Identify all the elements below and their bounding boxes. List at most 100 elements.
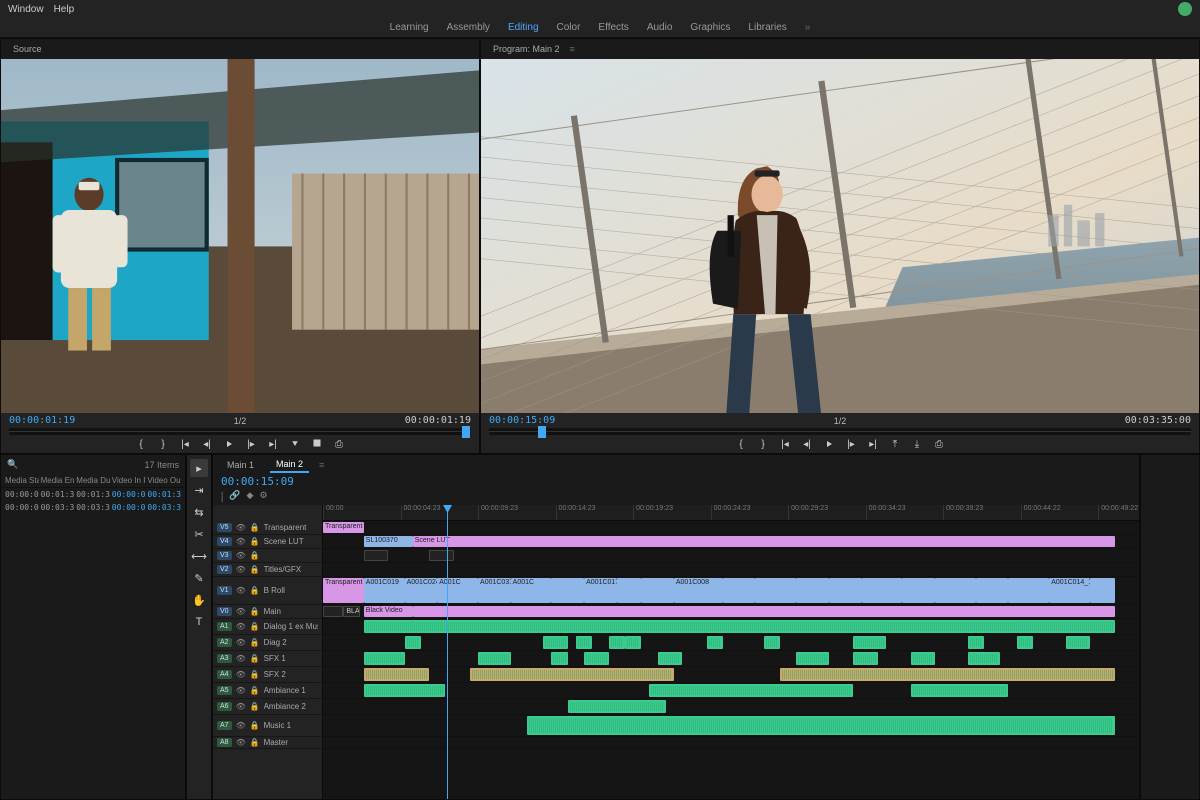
track-header-a5[interactable]: A5👁🔒Ambiance 1 (213, 683, 322, 699)
clip[interactable] (323, 606, 343, 617)
clip[interactable] (1017, 636, 1033, 649)
export-frame-icon[interactable]: ⎙ (332, 437, 346, 451)
clip[interactable] (976, 578, 1009, 603)
clip[interactable] (405, 636, 421, 649)
clip[interactable]: A001C019 (364, 578, 405, 603)
clip[interactable] (609, 636, 625, 649)
user-avatar-icon[interactable] (1178, 2, 1192, 16)
clip[interactable]: Transparent (323, 522, 364, 533)
clip[interactable] (364, 550, 388, 561)
lift-icon[interactable]: ⤒ (888, 437, 902, 451)
table-row[interactable]: 00:00:00:0000:03:34:2300:03:35:0000:00:0… (1, 501, 185, 514)
clip[interactable] (755, 578, 796, 603)
step-back-icon[interactable]: ◂| (800, 437, 814, 451)
track-header-v3[interactable]: V3👁🔒 (213, 549, 322, 563)
track-header-a1[interactable]: A1👁🔒Dialog 1 ex Musi... (213, 619, 322, 635)
clip[interactable]: A001C024_180326_R1JC.mp4 (405, 578, 438, 603)
col-video-in[interactable]: Video In Point (112, 476, 146, 485)
col-media-start[interactable]: Media Start (5, 476, 39, 485)
clip[interactable]: Black Video (364, 606, 413, 617)
clip[interactable] (853, 652, 877, 665)
track-header-v1[interactable]: V1👁🔒B Roll (213, 577, 322, 605)
clip[interactable] (911, 684, 1009, 697)
clip[interactable] (764, 636, 780, 649)
ws-effects[interactable]: Effects (598, 22, 628, 33)
source-tc-in[interactable]: 00:00:01:19 (9, 415, 75, 426)
clip[interactable] (658, 652, 682, 665)
goto-out-icon[interactable]: ▸| (866, 437, 880, 451)
linked-selection-icon[interactable]: 🔗 (229, 490, 240, 503)
clip[interactable] (543, 636, 567, 649)
track-header-a4[interactable]: A4👁🔒SFX 2 (213, 667, 322, 683)
clip[interactable] (829, 578, 862, 603)
track-v3[interactable] (323, 549, 1139, 563)
ws-color[interactable]: Color (557, 22, 581, 33)
source-scrubber[interactable] (9, 428, 471, 435)
menu-window[interactable]: Window (8, 4, 44, 15)
settings-icon[interactable]: ⚙ (259, 490, 267, 503)
razor-tool-icon[interactable]: ✂ (190, 525, 208, 543)
clip[interactable] (576, 636, 592, 649)
clip[interactable] (796, 578, 829, 603)
clip[interactable] (911, 652, 935, 665)
clip[interactable] (470, 668, 674, 681)
mark-out-icon[interactable]: } (756, 437, 770, 451)
clip[interactable] (1066, 636, 1090, 649)
track-a7[interactable] (323, 715, 1139, 737)
clip[interactable] (551, 652, 567, 665)
track-v2[interactable] (323, 563, 1139, 577)
marker-icon[interactable]: ◆ (247, 490, 254, 503)
track-header-a6[interactable]: A6👁🔒Ambiance 2 (213, 699, 322, 715)
ws-libraries[interactable]: Libraries (748, 22, 786, 33)
playhead[interactable] (447, 505, 448, 799)
clip[interactable] (527, 716, 1115, 735)
clip[interactable] (935, 578, 976, 603)
timeline-tracks[interactable]: 00:0000:00:04:2300:00:09:2300:00:14:2300… (323, 505, 1139, 799)
clip[interactable] (1090, 578, 1114, 603)
track-a4[interactable] (323, 667, 1139, 683)
track-header-v2[interactable]: V2👁🔒Titles/GFX (213, 563, 322, 577)
ws-editing[interactable]: Editing (508, 22, 539, 33)
clip[interactable]: Scene LUT (413, 536, 1115, 547)
track-a1[interactable] (323, 619, 1139, 635)
mark-out-icon[interactable]: } (156, 437, 170, 451)
clip[interactable] (968, 636, 984, 649)
program-scrubber[interactable] (489, 428, 1191, 435)
overwrite-icon[interactable]: ⯀ (310, 437, 324, 451)
program-fit[interactable]: 1/2 (834, 416, 847, 426)
mark-in-icon[interactable]: { (734, 437, 748, 451)
clip[interactable] (478, 652, 511, 665)
col-media-duration[interactable]: Media Duratio (76, 476, 110, 485)
clip[interactable] (625, 636, 641, 649)
clip[interactable] (584, 652, 608, 665)
step-fwd-icon[interactable]: |▸ (244, 437, 258, 451)
clip[interactable] (551, 578, 584, 603)
track-v0[interactable]: BLACKBlack Video (323, 605, 1139, 619)
col-video-out[interactable]: Video Out P (147, 476, 181, 485)
mark-in-icon[interactable]: { (134, 437, 148, 451)
track-header-a8[interactable]: A8👁🔒Master (213, 737, 322, 749)
ws-assembly[interactable]: Assembly (447, 22, 490, 33)
extract-icon[interactable]: ⤓ (910, 437, 924, 451)
hand-tool-icon[interactable]: ✋ (190, 591, 208, 609)
track-header-v4[interactable]: V4👁🔒Scene LUT (213, 535, 322, 549)
clip[interactable] (1008, 578, 1049, 603)
clip[interactable]: A001C014_180326_R1JC (1049, 578, 1090, 603)
menu-help[interactable]: Help (54, 4, 75, 15)
track-a6[interactable] (323, 699, 1139, 715)
ws-audio[interactable]: Audio (647, 22, 673, 33)
clip[interactable] (617, 578, 641, 603)
ws-learning[interactable]: Learning (390, 22, 429, 33)
pen-tool-icon[interactable]: ✎ (190, 569, 208, 587)
source-tab[interactable]: Source (9, 42, 46, 56)
clip[interactable] (968, 652, 1001, 665)
source-viewer[interactable] (1, 59, 479, 413)
track-header-a7[interactable]: A7👁🔒Music 1 (213, 715, 322, 737)
clip[interactable] (862, 578, 903, 603)
selection-tool-icon[interactable]: ▸ (190, 459, 208, 477)
clip[interactable] (429, 550, 453, 561)
track-v4[interactable]: SL100370Scene LUT (323, 535, 1139, 549)
clip[interactable] (641, 578, 674, 603)
clip[interactable] (853, 636, 886, 649)
goto-out-icon[interactable]: ▸| (266, 437, 280, 451)
